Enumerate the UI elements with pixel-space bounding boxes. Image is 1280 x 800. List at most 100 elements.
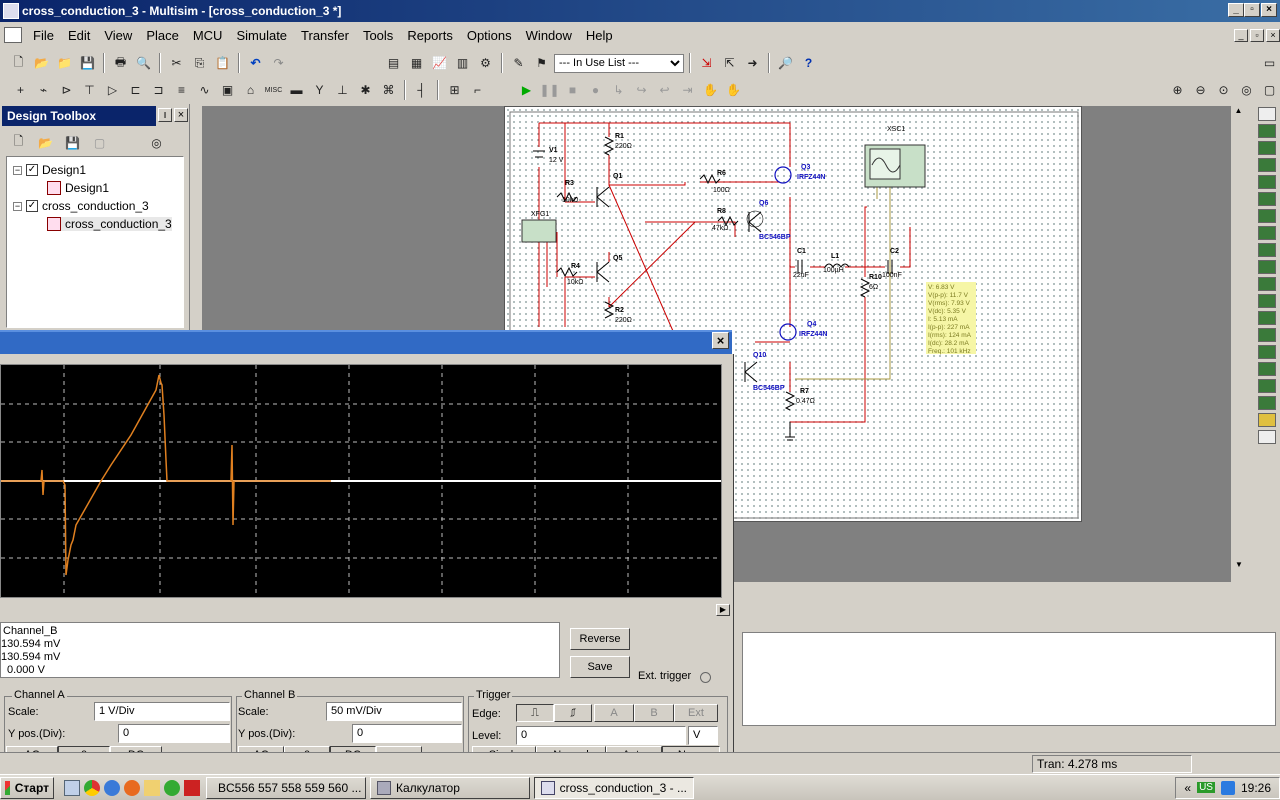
rename-design-icon[interactable]: ◎ — [146, 132, 167, 153]
menu-mcu[interactable]: MCU — [186, 28, 230, 43]
source-icon[interactable]: + — [10, 80, 31, 101]
scroll-up-icon[interactable]: ▲ — [1231, 106, 1246, 122]
channel-b-ypos-field[interactable]: 0 — [352, 724, 462, 743]
mdi-restore-button[interactable]: ▫ — [1250, 29, 1264, 42]
collapse-icon[interactable]: − — [13, 165, 22, 175]
zoom-out-icon[interactable]: ⊖ — [1190, 80, 1211, 101]
channel-a-scale-field[interactable]: 1 V/Div — [94, 702, 230, 721]
wattmeter-icon[interactable] — [1258, 141, 1276, 155]
trigger-a-button[interactable]: A — [594, 704, 634, 722]
save-button[interactable]: Save — [570, 656, 630, 678]
oscilloscope-icon[interactable] — [1258, 158, 1276, 172]
paste-icon[interactable]: 📋 — [212, 53, 233, 74]
step-out-icon[interactable]: ↩ — [654, 80, 675, 101]
tree-item-cross-conduction-sheet[interactable]: cross_conduction_3 — [47, 217, 172, 231]
maximize-button[interactable]: ▫ — [1244, 3, 1260, 17]
pdf-icon[interactable] — [184, 779, 200, 796]
chrome-icon[interactable] — [84, 779, 100, 796]
spreadsheet-icon[interactable]: ▦ — [406, 53, 427, 74]
new-icon[interactable]: 🗋 — [8, 53, 29, 74]
mixed-icon[interactable]: ∿ — [194, 80, 215, 101]
vertical-scrollbar[interactable]: ▲ ▼ — [1230, 106, 1246, 582]
menu-place[interactable]: Place — [139, 28, 186, 43]
place-wire-icon[interactable]: ⌐ — [467, 80, 488, 101]
menu-help[interactable]: Help — [579, 28, 620, 43]
checkbox-icon[interactable]: ✓ — [26, 200, 38, 212]
minimize-button[interactable]: _ — [1228, 3, 1244, 17]
logic-analyzer-icon[interactable] — [1258, 243, 1276, 257]
close-button[interactable]: × — [1261, 3, 1277, 17]
ttl-icon[interactable]: ⊏ — [125, 80, 146, 101]
channel-b-scale-field[interactable]: 50 mV/Div — [326, 702, 462, 721]
word-generator-icon[interactable] — [1258, 226, 1276, 240]
task-browser[interactable]: BC556 557 558 559 560 ... — [206, 776, 366, 799]
save-design-icon[interactable]: 💾 — [62, 132, 83, 153]
tree-item-design1[interactable]: − ✓ Design1 — [13, 163, 86, 177]
redo-icon[interactable]: ↷ — [268, 53, 289, 74]
run-icon[interactable]: ▶ — [516, 80, 537, 101]
bode-plotter-icon[interactable] — [1258, 192, 1276, 206]
open-sample-icon[interactable]: 📁 — [54, 53, 75, 74]
place-connector-icon[interactable]: ⊞ — [444, 80, 465, 101]
mcu-icon[interactable]: ✱ — [355, 80, 376, 101]
cmos-icon[interactable]: ⊐ — [148, 80, 169, 101]
reverse-button[interactable]: Reverse — [570, 628, 630, 650]
language-indicator[interactable]: US — [1197, 782, 1215, 793]
scroll-right-icon[interactable]: ▶ — [716, 604, 730, 616]
tree-item-design1-sheet[interactable]: Design1 — [47, 181, 109, 195]
forward-annotate-icon[interactable]: ⇱ — [719, 53, 740, 74]
firefox-icon[interactable] — [124, 779, 140, 796]
open-icon[interactable]: 📂 — [31, 53, 52, 74]
print-icon[interactable]: 🖶 — [110, 53, 131, 74]
spectrum-analyzer-icon[interactable] — [1258, 311, 1276, 325]
iv-analyzer-icon[interactable] — [1258, 277, 1276, 291]
power-icon[interactable]: ⌂ — [240, 80, 261, 101]
remove-breakpoints-icon[interactable]: ✋ — [723, 80, 744, 101]
channel-a-ypos-field[interactable]: 0 — [118, 724, 230, 743]
cut-icon[interactable]: ✂ — [166, 53, 187, 74]
menu-options[interactable]: Options — [460, 28, 519, 43]
pause-icon[interactable]: ❚❚ — [539, 80, 560, 101]
grapher-icon[interactable]: 📈 — [429, 53, 450, 74]
checkbox-icon[interactable]: ✓ — [26, 164, 38, 176]
oscilloscope-screen[interactable] — [0, 364, 722, 598]
zoom-area-icon[interactable]: ⊙ — [1213, 80, 1234, 101]
run-to-cursor-icon[interactable]: ⇥ — [677, 80, 698, 101]
four-channel-oscilloscope-icon[interactable] — [1258, 175, 1276, 189]
tray-expand-icon[interactable]: « — [1184, 781, 1191, 795]
zoom-fit-icon[interactable]: ◎ — [1236, 80, 1257, 101]
rising-edge-button[interactable]: ⎍ — [516, 704, 554, 722]
step-into-icon[interactable]: ↳ — [608, 80, 629, 101]
scroll-down-icon[interactable]: ▼ — [1231, 560, 1247, 576]
analog-icon[interactable]: ▷ — [102, 80, 123, 101]
menu-transfer[interactable]: Transfer — [294, 28, 356, 43]
mdi-close-button[interactable]: × — [1266, 29, 1280, 42]
menu-tools[interactable]: Tools — [356, 28, 400, 43]
transfer-icon[interactable]: ➜ — [742, 53, 763, 74]
electromechanical-icon[interactable]: ⊥ — [332, 80, 353, 101]
tektronix-oscilloscope-icon[interactable] — [1258, 396, 1276, 410]
stop-icon[interactable]: ■ — [562, 80, 583, 101]
browser-icon[interactable] — [104, 779, 120, 796]
in-use-list-select[interactable]: --- In Use List --- — [554, 53, 684, 73]
explorer-icon[interactable] — [64, 779, 80, 796]
advanced-peripherals-icon[interactable]: ▬ — [286, 80, 307, 101]
toggle-breakpoint-icon[interactable]: ✋ — [700, 80, 721, 101]
media-player-icon[interactable] — [164, 779, 180, 796]
indicator-icon[interactable]: ▣ — [217, 80, 238, 101]
menu-view[interactable]: View — [97, 28, 139, 43]
menu-reports[interactable]: Reports — [400, 28, 460, 43]
rf-icon[interactable]: Y — [309, 80, 330, 101]
database-icon[interactable]: ▥ — [452, 53, 473, 74]
mdi-minimize-button[interactable]: _ — [1234, 29, 1248, 42]
menu-simulate[interactable]: Simulate — [229, 28, 294, 43]
toolbox-close-icon[interactable]: × — [174, 108, 188, 122]
spreadsheet-view[interactable] — [742, 632, 1276, 726]
menu-window[interactable]: Window — [519, 28, 579, 43]
basic-icon[interactable]: ⌁ — [33, 80, 54, 101]
oscilloscope-close-button[interactable]: × — [712, 332, 729, 349]
undo-icon[interactable]: ↶ — [245, 53, 266, 74]
distortion-analyzer-icon[interactable] — [1258, 294, 1276, 308]
step-over-icon[interactable]: ↪ — [631, 80, 652, 101]
back-annotate-icon[interactable]: ⇲ — [696, 53, 717, 74]
